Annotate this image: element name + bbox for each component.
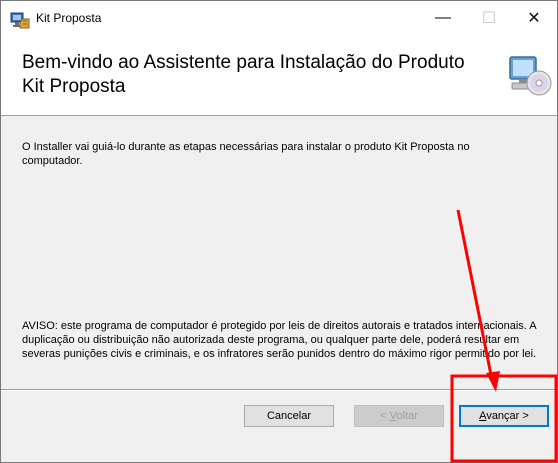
title-bar: Kit Proposta — ☐ ✕	[1, 1, 557, 39]
back-button[interactable]: < Voltar	[354, 405, 444, 427]
wizard-content: O Installer vai guiá-lo durante as etapa…	[1, 116, 557, 389]
copyright-warning: AVISO: este programa de computador é pro…	[22, 320, 537, 360]
back-label-rest: oltar	[396, 410, 418, 422]
computer-cd-icon	[509, 56, 552, 96]
installer-app-icon	[10, 12, 30, 29]
cancel-button[interactable]: Cancelar	[244, 405, 334, 427]
wizard-title: Bem-vindo ao Assistente para Instalação …	[22, 52, 465, 97]
intro-text: O Installer vai guiá-lo durante as etapa…	[22, 141, 470, 167]
maximize-button[interactable]: ☐	[466, 1, 512, 35]
next-label-rest: vançar >	[486, 410, 529, 422]
installer-window: Kit Proposta — ☐ ✕ Bem-vindo ao Assisten…	[0, 0, 558, 463]
wizard-header: Bem-vindo ao Assistente para Instalação …	[1, 39, 557, 116]
close-button[interactable]: ✕	[511, 1, 557, 35]
window-title: Kit Proposta	[36, 11, 102, 25]
back-prefix: <	[380, 410, 390, 422]
footer-divider	[1, 389, 557, 391]
next-button[interactable]: Avançar >	[459, 405, 549, 427]
minimize-button[interactable]: —	[420, 1, 466, 35]
